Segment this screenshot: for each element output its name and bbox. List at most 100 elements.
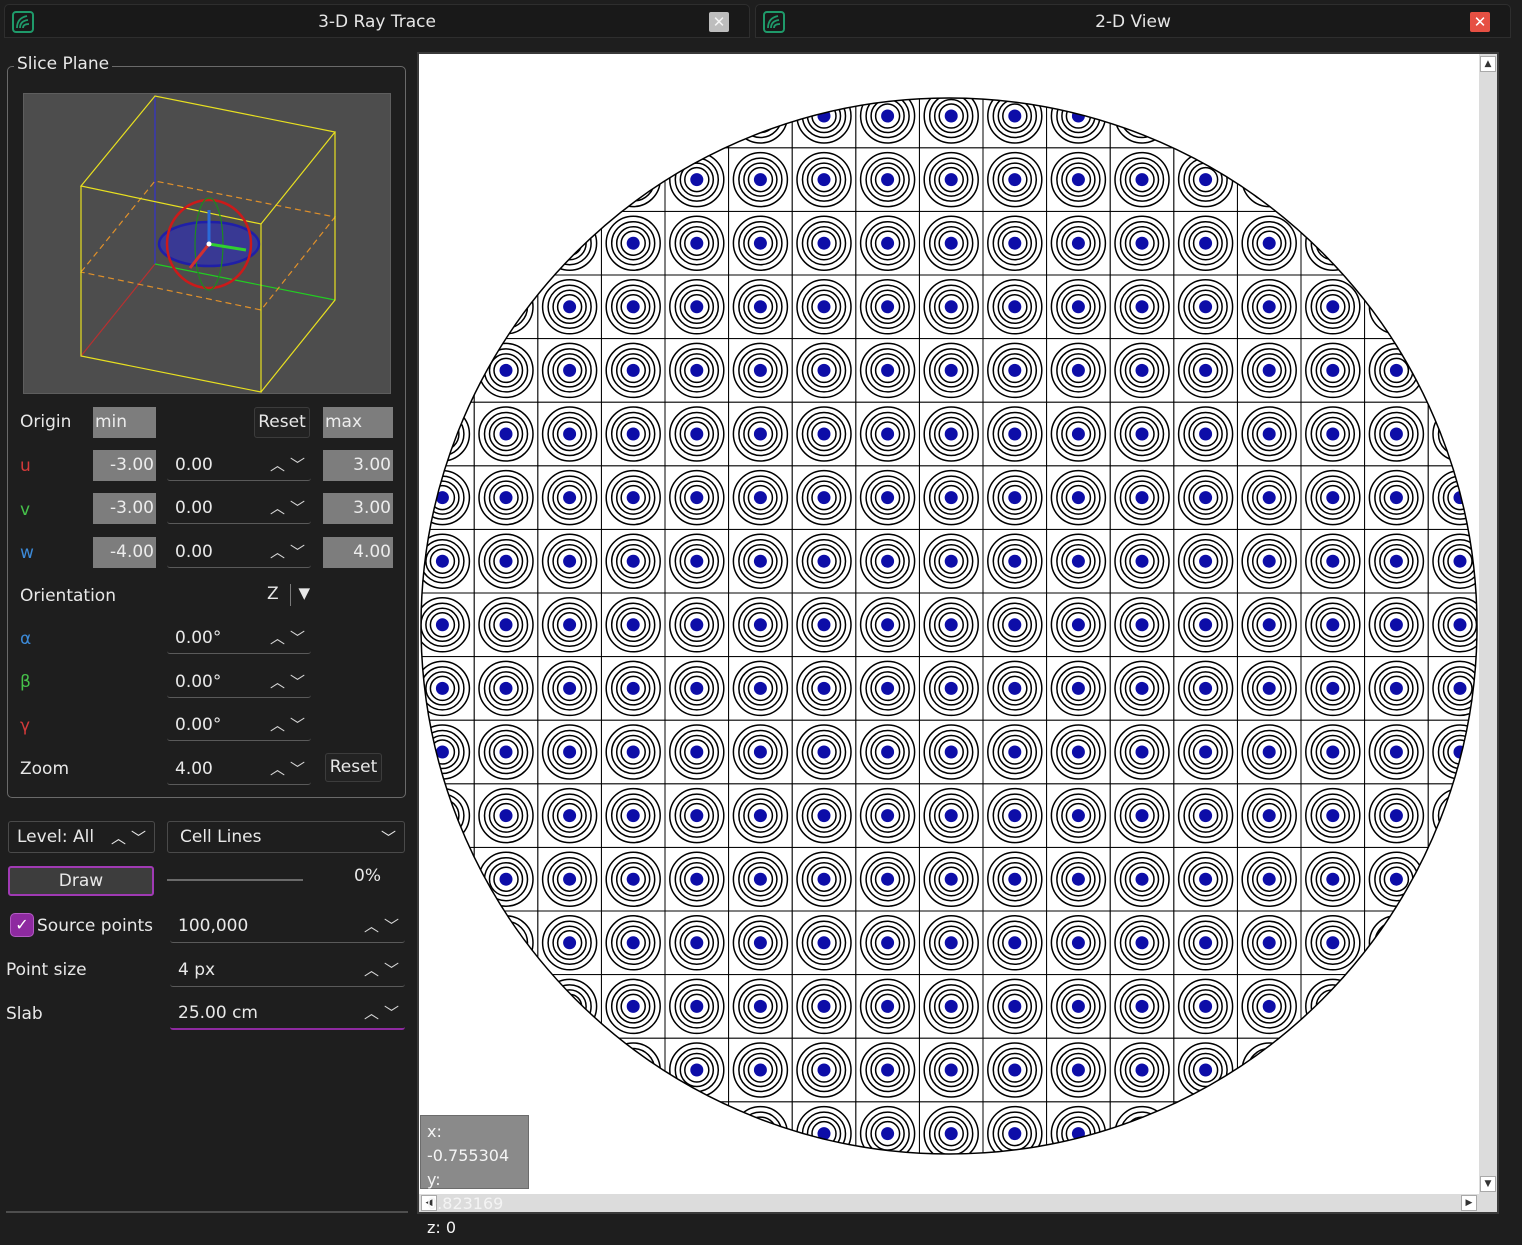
display-mode-select[interactable]: Cell Lines ﹀ xyxy=(167,821,405,853)
lattice-cell xyxy=(728,910,793,976)
scroll-up-icon[interactable]: ▲ xyxy=(1480,56,1496,72)
slab-value[interactable]: 25.00 cm xyxy=(178,1003,258,1023)
zoom-reset-button[interactable]: Reset xyxy=(325,753,382,782)
source-point xyxy=(1135,936,1149,950)
horizontal-scrollbar[interactable]: ◀ ▶ xyxy=(419,1194,1479,1212)
tab-3d-ray-trace[interactable]: 3-D Ray Trace ✕ xyxy=(4,4,750,38)
lattice-cell xyxy=(1046,338,1111,403)
lattice-cell xyxy=(1109,910,1175,976)
slab-spinbox[interactable]: 25.00 cm ︿ ﹀ xyxy=(170,998,405,1030)
cell-ring xyxy=(1305,215,1361,271)
chevron-up-icon[interactable]: ︿ xyxy=(364,959,379,980)
chevron-up-icon[interactable]: ︿ xyxy=(270,671,285,692)
lattice-cell xyxy=(537,910,602,976)
orientation-select[interactable]: Z ▼ xyxy=(254,580,312,610)
source-point xyxy=(1199,999,1213,1013)
source-point xyxy=(881,872,895,886)
source-point xyxy=(944,363,958,377)
v-value-spinbox[interactable]: 0.00 ︿ ﹀ xyxy=(167,493,311,524)
caret-down-icon[interactable]: ▼ xyxy=(298,584,310,602)
source-point xyxy=(881,554,895,568)
scroll-down-icon[interactable]: ▼ xyxy=(1480,1176,1496,1192)
source-point xyxy=(944,173,958,187)
chevron-up-icon[interactable]: ︿ xyxy=(270,497,285,518)
u-value-spinbox[interactable]: 0.00 ︿ ﹀ xyxy=(167,450,311,481)
lattice-cell xyxy=(473,338,539,403)
lattice-cell xyxy=(664,338,730,403)
chevron-up-icon[interactable]: ︿ xyxy=(270,758,285,779)
view2d-canvas[interactable] xyxy=(419,54,1479,1194)
chevron-down-icon[interactable]: ﹀ xyxy=(290,497,305,518)
chevron-up-icon[interactable]: ︿ xyxy=(111,827,126,848)
lattice-cell xyxy=(473,592,539,658)
alpha-spinbox[interactable]: 0.00° ︿ ﹀ xyxy=(167,623,311,654)
v-value: 0.00 xyxy=(175,498,213,518)
level-spinbox[interactable]: Level: All ︿ ﹀ xyxy=(8,821,155,853)
source-point xyxy=(753,936,767,950)
draw-button[interactable]: Draw xyxy=(8,866,154,896)
chevron-down-icon[interactable]: ﹀ xyxy=(290,758,305,779)
source-points-checkbox[interactable]: ✓ xyxy=(10,913,34,937)
source-point xyxy=(1199,936,1213,950)
chevron-up-icon[interactable]: ︿ xyxy=(364,915,379,936)
source-point xyxy=(944,300,958,314)
close-icon[interactable]: ✕ xyxy=(1470,12,1490,32)
point-size-spinbox[interactable]: 4 px ︿ ﹀ xyxy=(170,955,405,987)
chevron-up-icon[interactable]: ︿ xyxy=(270,627,285,648)
beta-spinbox[interactable]: 0.00° ︿ ﹀ xyxy=(167,667,311,698)
source-point xyxy=(881,54,894,59)
source-point xyxy=(1326,363,1340,377)
lattice-cell xyxy=(1236,719,1302,785)
source-point xyxy=(690,936,704,950)
source-point xyxy=(1071,427,1085,441)
lattice-cell xyxy=(982,401,1048,467)
source-point xyxy=(499,681,513,695)
lattice-cell xyxy=(791,338,857,403)
source-point xyxy=(1008,491,1022,505)
source-point xyxy=(690,300,704,314)
chevron-down-icon[interactable]: ﹀ xyxy=(290,714,305,735)
w-value-spinbox[interactable]: 0.00 ︿ ﹀ xyxy=(167,537,311,568)
chevron-down-icon[interactable]: ﹀ xyxy=(381,827,396,848)
slice-plane-3d-preview[interactable] xyxy=(23,93,391,394)
source-point xyxy=(817,363,831,377)
chevron-up-icon[interactable]: ︿ xyxy=(270,454,285,475)
cell-ring xyxy=(478,279,534,335)
source-point xyxy=(817,491,831,505)
cell-ring xyxy=(1442,861,1477,897)
origin-reset-button[interactable]: Reset xyxy=(254,407,310,438)
gamma-spinbox[interactable]: 0.00° ︿ ﹀ xyxy=(167,710,311,741)
source-point xyxy=(881,999,895,1013)
chevron-down-icon[interactable]: ﹀ xyxy=(290,627,305,648)
chevron-down-icon[interactable]: ﹀ xyxy=(290,671,305,692)
lattice-cell xyxy=(1236,338,1302,403)
lattice-cell xyxy=(918,210,984,276)
tab-2d-view[interactable]: 2-D View ✕ xyxy=(755,4,1511,38)
chevron-down-icon[interactable]: ﹀ xyxy=(131,827,146,848)
chevron-down-icon[interactable]: ﹀ xyxy=(384,915,399,936)
vertical-scrollbar[interactable]: ▲ ▼ xyxy=(1479,54,1497,1194)
chevron-down-icon[interactable]: ﹀ xyxy=(384,1002,399,1023)
lattice-cell xyxy=(1427,783,1477,848)
cell-line xyxy=(1300,210,1366,276)
lattice-cell xyxy=(473,401,539,467)
lattice-cell xyxy=(600,592,666,658)
lattice-cell xyxy=(1109,98,1175,149)
chevron-down-icon[interactable]: ﹀ xyxy=(290,541,305,562)
chevron-down-icon[interactable]: ﹀ xyxy=(384,959,399,980)
lattice-cell xyxy=(1300,274,1366,340)
source-point xyxy=(690,491,704,505)
chevron-down-icon[interactable]: ﹀ xyxy=(290,454,305,475)
source-points-spinbox[interactable]: 100,000 ︿ ﹀ xyxy=(170,911,405,943)
lattice-cell xyxy=(1236,592,1302,658)
zoom-spinbox[interactable]: 4.00 ︿ ﹀ xyxy=(167,754,311,785)
chevron-up-icon[interactable]: ︿ xyxy=(270,714,285,735)
cell-line xyxy=(600,1037,666,1103)
chevron-up-icon[interactable]: ︿ xyxy=(270,541,285,562)
close-icon[interactable]: ✕ xyxy=(709,12,729,32)
chevron-up-icon[interactable]: ︿ xyxy=(364,1002,379,1023)
cell-ring xyxy=(425,416,460,452)
scroll-right-icon[interactable]: ▶ xyxy=(1461,1195,1477,1211)
cell-ring xyxy=(674,98,720,139)
source-point xyxy=(753,745,767,759)
